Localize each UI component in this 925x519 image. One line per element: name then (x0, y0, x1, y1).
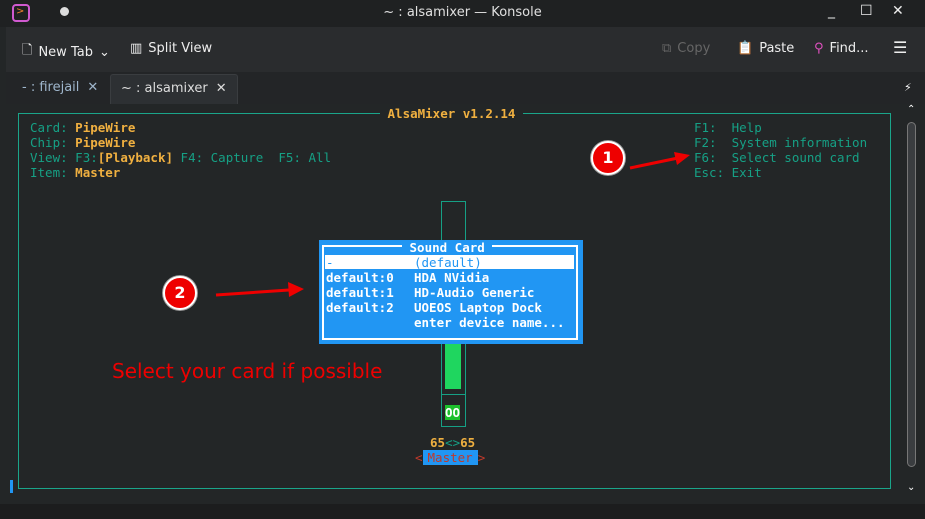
mute-indicator: OO (445, 405, 461, 420)
chip-label: Chip: (30, 135, 68, 150)
close-button[interactable]: ✕ (892, 3, 904, 19)
paste-icon: 📋 (737, 41, 754, 56)
new-tab-label: New Tab (38, 44, 93, 60)
list-item[interactable]: default:1 HD-Audio Generic (326, 285, 534, 300)
scroll-up-icon[interactable]: ⌃ (907, 104, 915, 115)
split-view-icon: ▥ (130, 41, 143, 56)
list-item[interactable]: default:0 HDA NVidia (326, 270, 489, 285)
annotation-arrow-1 (629, 152, 690, 170)
new-tab-button[interactable]: 🗋 New Tab ⌄ (22, 41, 110, 63)
annotation-badge-2: 2 (163, 276, 197, 310)
terminal-cursor-marker (10, 480, 13, 493)
copy-icon: ⧉ (662, 41, 672, 56)
minimize-button[interactable]: _ (828, 3, 835, 19)
view-f3: F3: (75, 150, 98, 165)
help-f2: F2: System information (694, 135, 868, 150)
view-capture[interactable]: F4: Capture (181, 150, 264, 165)
terminal[interactable]: AlsaMixer v1.2.14 Card: PipeWire Chip: P… (8, 104, 900, 500)
volume-fill (445, 344, 461, 389)
close-icon[interactable]: ✕ (216, 81, 227, 98)
item-label: Item: (30, 165, 68, 180)
scroll-down-icon[interactable]: ⌄ (907, 482, 915, 493)
volume-left: 65 (430, 435, 446, 450)
window-title: ~ : alsamixer — Konsole (383, 5, 542, 20)
annotation-note: Select your card if possible (112, 359, 383, 383)
search-icon: ⚲ (814, 41, 824, 56)
tab-label: - : firejail (22, 80, 80, 95)
hamburger-menu-icon[interactable]: ☰ (893, 38, 907, 57)
scrollbar[interactable]: ⌃ ⌄ (900, 104, 925, 504)
chip-value: PipeWire (75, 135, 136, 150)
view-label: View: (30, 150, 68, 165)
paste-label: Paste (759, 41, 795, 56)
item-value: Master (75, 165, 121, 180)
find-label: Find... (829, 41, 869, 56)
list-item[interactable]: - (default) (326, 255, 482, 270)
card-label: Card: (30, 120, 68, 135)
right-arrow[interactable]: > (478, 450, 486, 465)
mixer-title: AlsaMixer v1.2.14 (380, 106, 523, 121)
help-esc: Esc: Exit (694, 165, 762, 180)
left-arrow[interactable]: < (415, 450, 423, 465)
tab-bar: - : firejail ✕ ~ : alsamixer ✕ ⚡ (6, 72, 925, 104)
toolbar: 🗋 New Tab ⌄ ▥ Split View ⧉ Copy 📋 Paste ⚲ Find… (6, 27, 925, 72)
view-playback[interactable]: [Playback] (98, 150, 173, 165)
view-all[interactable]: F5: All (278, 150, 331, 165)
help-f1: F1: Help (694, 120, 762, 135)
annotation-arrow-2 (215, 282, 304, 297)
maximize-button[interactable]: ☐ (860, 3, 873, 19)
volume-right: 65 (460, 435, 476, 450)
copy-label: Copy (677, 41, 711, 56)
tab-alsamixer[interactable]: ~ : alsamixer ✕ (110, 74, 238, 104)
desktop-bottom-strip (0, 504, 925, 519)
chevron-down-icon[interactable]: ⌄ (99, 45, 110, 60)
tab-label: ~ : alsamixer (121, 81, 208, 96)
scroll-thumb[interactable] (907, 122, 916, 467)
find-button[interactable]: ⚲ Find... (814, 41, 869, 56)
new-tab-icon: 🗋 (22, 43, 33, 58)
copy-button[interactable]: ⧉ Copy (662, 41, 710, 56)
card-value: PipeWire (75, 120, 136, 135)
annotation-badge-1: 1 (591, 141, 625, 175)
dialog-title: Sound Card (402, 240, 493, 255)
paste-button[interactable]: 📋 Paste (737, 41, 794, 56)
volume-separator: <> (445, 435, 461, 450)
split-view-button[interactable]: ▥ Split View (130, 41, 212, 56)
split-view-label: Split View (148, 41, 213, 56)
title-bar: > ~ : alsamixer — Konsole _ ☐ ✕ (0, 0, 925, 27)
list-item[interactable]: default:2 UOEOS Laptop Dock (326, 300, 542, 315)
close-icon[interactable]: ✕ (87, 80, 98, 98)
tab-menu-icon[interactable]: ⚡ (904, 81, 912, 94)
help-f6: F6: Select sound card (694, 150, 860, 165)
tab-firejail[interactable]: - : firejail ✕ (12, 74, 108, 104)
sound-card-dialog: Sound Card - (default) default:0 HDA NVidi… (319, 240, 583, 344)
channel-master[interactable]: Master (422, 450, 478, 465)
